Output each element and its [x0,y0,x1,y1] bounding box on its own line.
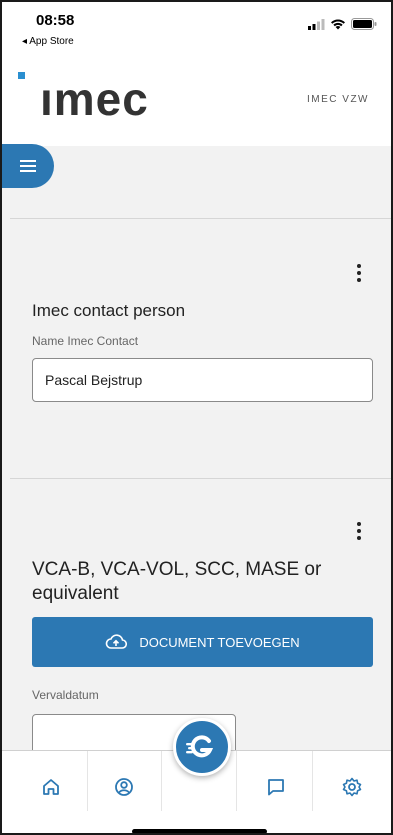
contact-name-input[interactable]: Pascal Bejstrup [32,358,373,402]
more-vertical-icon[interactable] [357,522,361,540]
nav-home[interactable] [31,767,71,807]
chat-icon [268,779,284,796]
status-icons [308,18,377,30]
profile-icon [115,778,133,796]
battery-icon [351,18,377,30]
home-icon [43,779,59,795]
app-header: ımec IMEC VZW [2,50,391,146]
nav-chat[interactable] [256,767,296,807]
signal-icon [308,18,325,30]
more-vertical-icon[interactable] [357,264,361,282]
section-divider [10,478,391,479]
add-document-button[interactable]: DOCUMENT TOEVOEGEN [32,617,373,667]
back-to-app-store[interactable]: ◂ App Store [22,36,74,47]
nav-separator [236,751,237,811]
status-time: 08:58 [36,12,75,29]
logo-dot [18,72,25,79]
g-logo-icon [186,735,214,758]
g-action-button[interactable] [173,718,231,776]
contact-field-label: Name Imec Contact [32,334,139,348]
nav-settings[interactable] [332,767,372,807]
nav-profile[interactable] [104,767,144,807]
nav-separator [312,751,313,811]
vca-section-title: VCA-B, VCA-VOL, SCC, MASE or equivalent [32,559,322,604]
section-divider [10,218,391,219]
nav-separator [87,751,88,811]
hamburger-icon [20,160,36,172]
status-bar: 08:58 ◂ App Store [2,2,391,50]
organization-name: IMEC VZW [307,94,369,105]
contact-section-title: Imec contact person [32,301,186,320]
cloud-upload-icon [106,634,128,649]
menu-button[interactable] [2,144,54,188]
home-indicator [132,829,267,833]
app-frame: 08:58 ◂ App Store ımec IMEC VZW Imec con… [0,0,393,835]
nav-separator [161,751,162,811]
settings-icon [342,777,362,797]
imec-logo: ımec [40,73,149,125]
add-document-label: DOCUMENT TOEVOEGEN [139,634,300,650]
expiry-date-label: Vervaldatum [32,688,99,702]
wifi-icon [331,19,345,30]
